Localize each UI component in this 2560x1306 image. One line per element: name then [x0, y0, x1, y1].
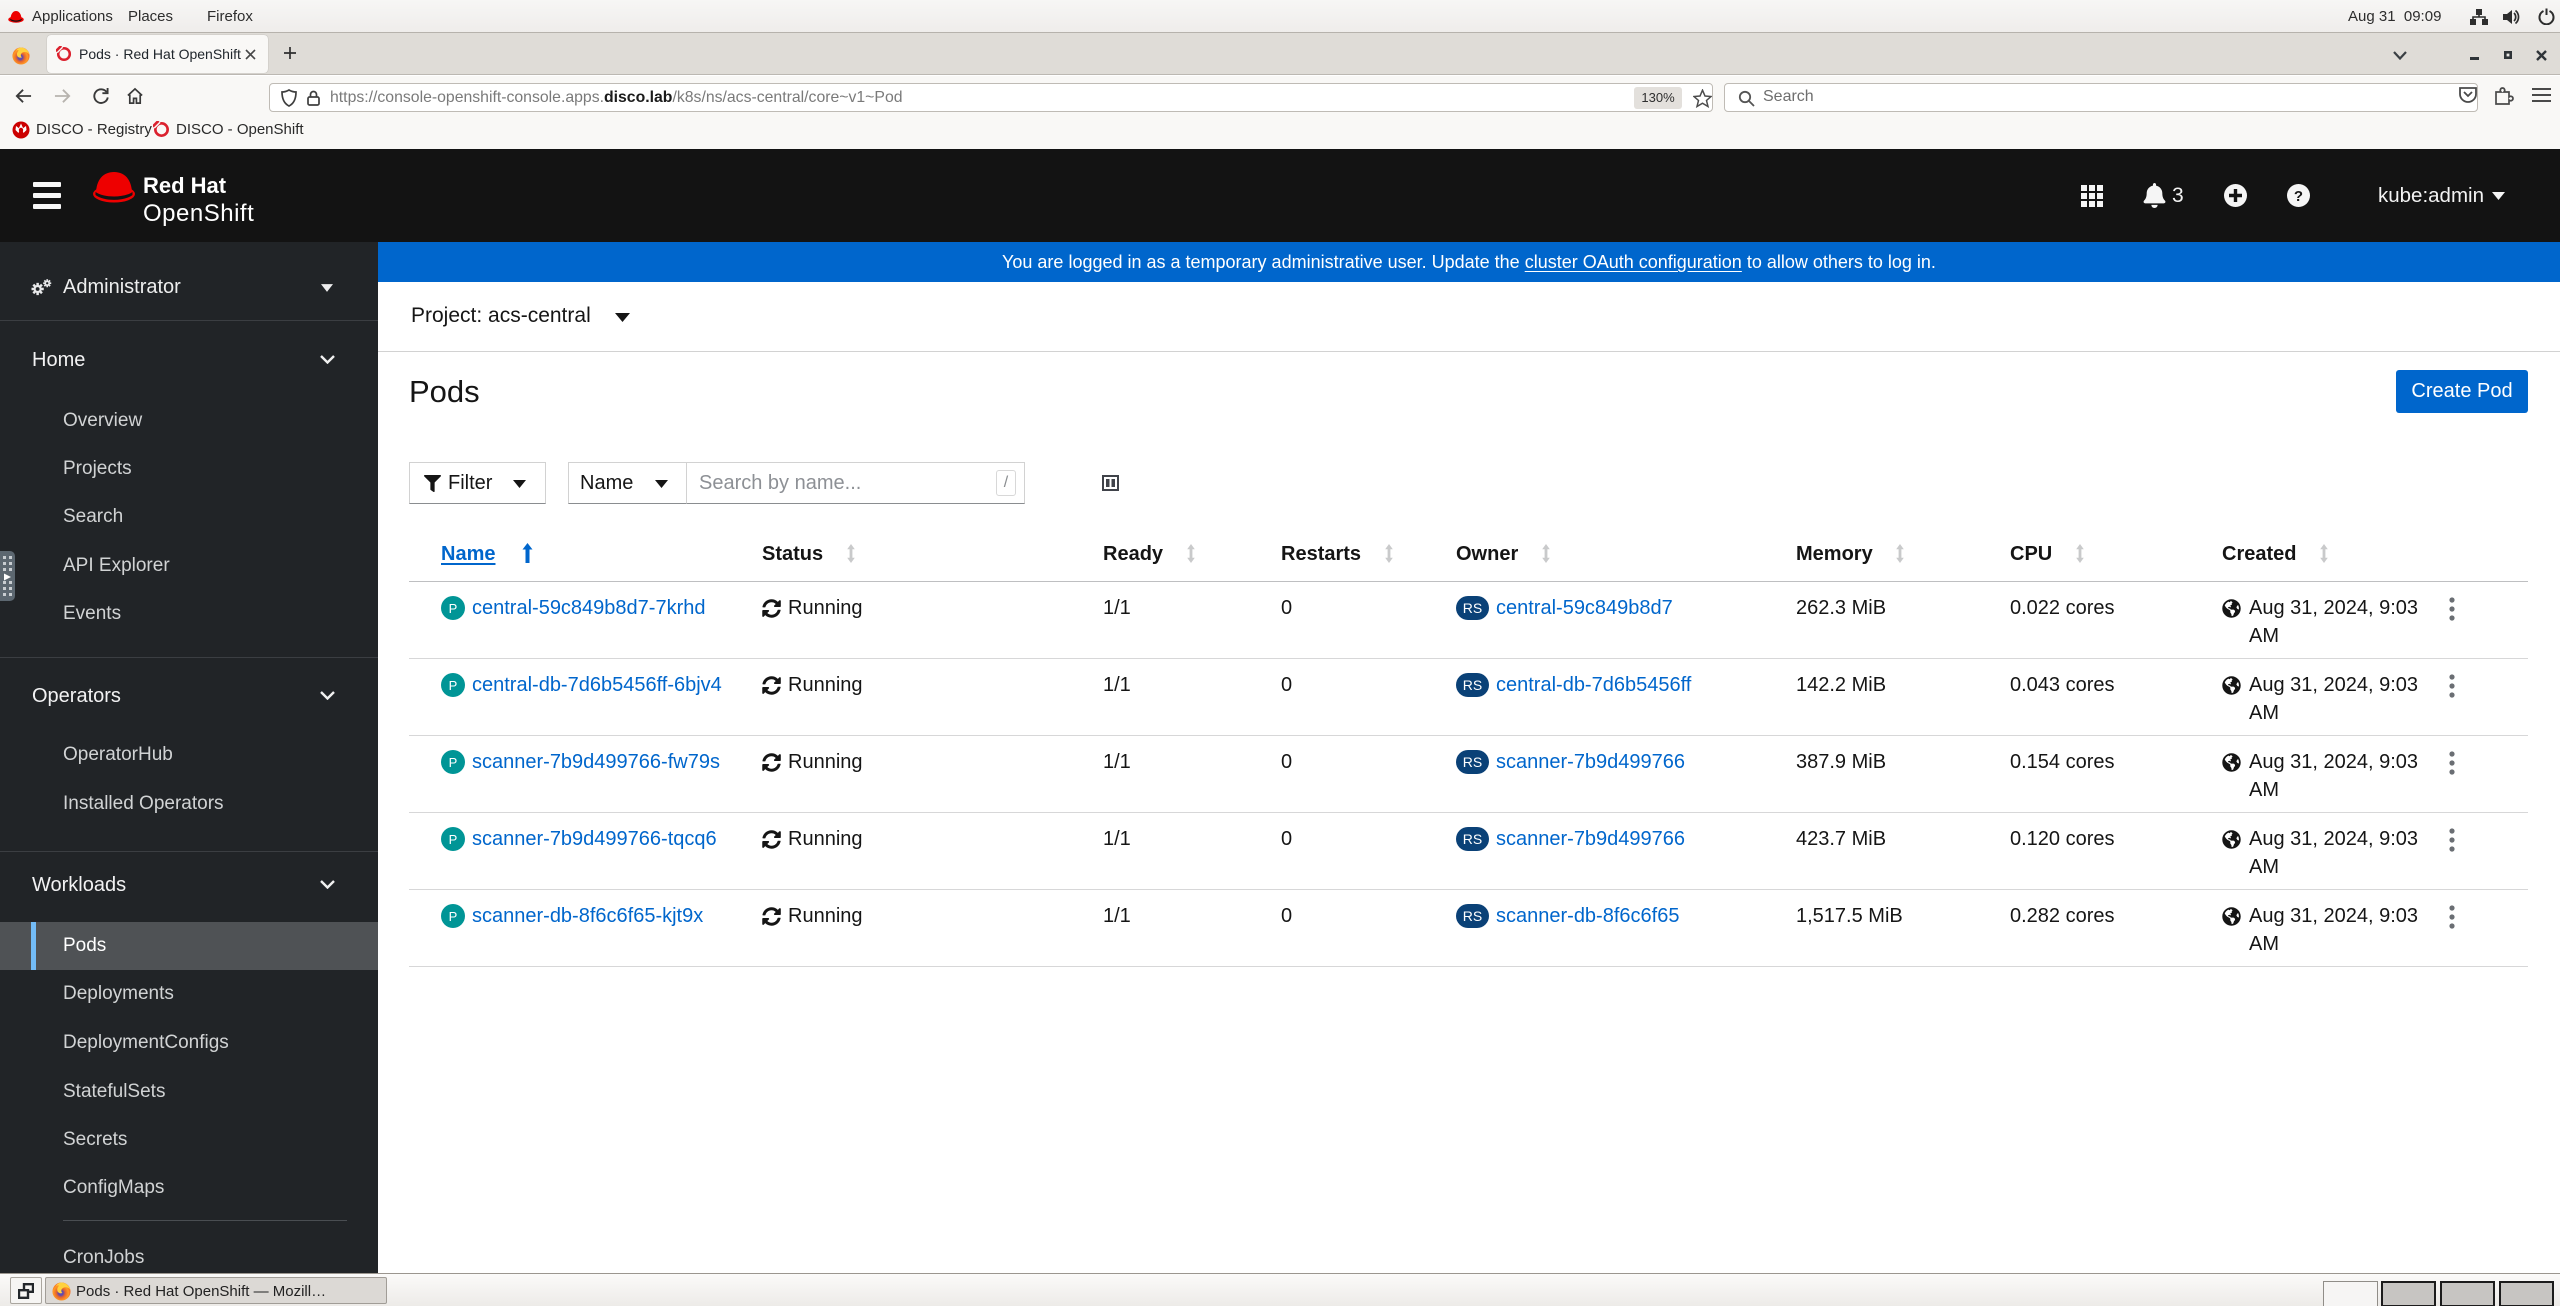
svg-text:?: ?: [2294, 188, 2303, 205]
